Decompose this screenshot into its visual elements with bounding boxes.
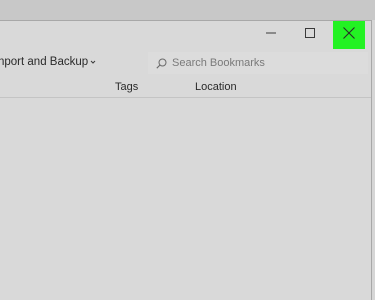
title-bar	[0, 21, 371, 49]
column-header-location[interactable]: Location	[195, 81, 237, 93]
search-input[interactable]	[172, 57, 342, 69]
import-and-backup-label: nport and Backup	[0, 56, 89, 68]
search-box[interactable]	[148, 52, 368, 74]
minimize-button[interactable]	[251, 22, 291, 46]
minimize-icon	[266, 25, 276, 43]
maximize-button[interactable]	[290, 22, 330, 46]
bookmarks-list-area[interactable]	[0, 98, 371, 300]
search-icon	[156, 58, 167, 69]
desktop-background	[0, 0, 375, 20]
maximize-icon	[305, 25, 315, 43]
library-window: nport and Backup Tags Location	[0, 20, 372, 300]
import-and-backup-menu[interactable]: nport and Backup	[0, 56, 96, 68]
close-icon	[343, 26, 355, 44]
close-button[interactable]	[333, 21, 365, 49]
column-header-row: Tags Location	[0, 79, 371, 98]
chevron-down-icon	[90, 56, 96, 68]
column-header-tags[interactable]: Tags	[115, 81, 138, 93]
toolbar: nport and Backup	[0, 49, 371, 79]
